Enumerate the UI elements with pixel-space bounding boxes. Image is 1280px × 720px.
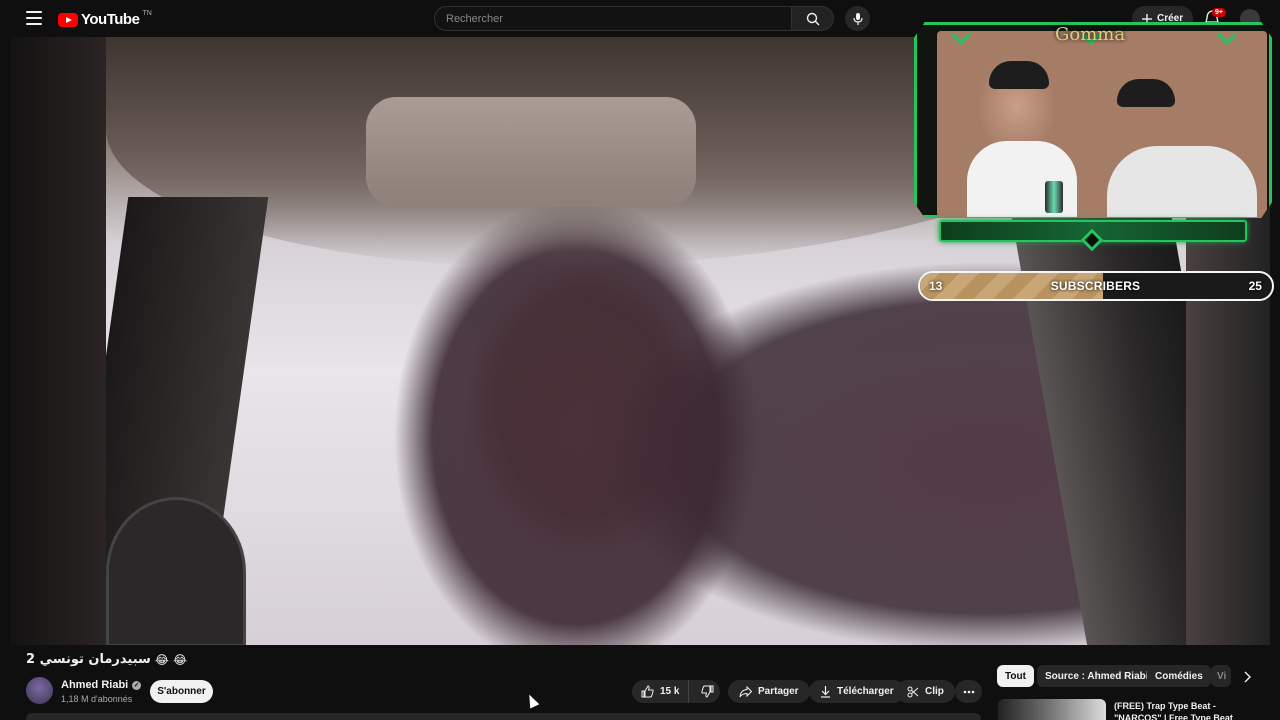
- channel-avatar[interactable]: [26, 677, 53, 704]
- streamer-webcam-overlay: Gomma: [914, 22, 1272, 252]
- subscribe-button[interactable]: S'abonner: [150, 680, 213, 703]
- subscriber-target: 25: [1248, 279, 1262, 293]
- logo-country: TN: [142, 10, 152, 17]
- chip-source[interactable]: Source : Ahmed Riabi: [1037, 665, 1157, 687]
- search-input[interactable]: Rechercher: [434, 6, 792, 31]
- webcam-feed: [937, 31, 1267, 217]
- channel-name-text: Ahmed Riabi: [61, 679, 129, 691]
- logo-text: YouTube: [81, 11, 140, 28]
- video-letterbox-left: [10, 37, 106, 645]
- search-placeholder: Rechercher: [446, 12, 503, 25]
- webcam-name: Gomma: [1055, 24, 1126, 45]
- thumbs-up-icon: [641, 685, 654, 698]
- play-logo-icon: [58, 12, 78, 27]
- like-count: 15 k: [660, 686, 680, 697]
- recommendation-title[interactable]: (FREE) Trap Type Beat - "NARCOS" | Free …: [1114, 700, 1254, 720]
- mouse-cursor-icon: [524, 692, 540, 709]
- clip-button[interactable]: Clip: [896, 680, 955, 703]
- more-horizontal-icon: [963, 690, 974, 693]
- side-mirror: [106, 497, 246, 645]
- person-right-hair: [1117, 79, 1175, 107]
- channel-subscriber-count: 1,18 M d'abonnés: [61, 694, 133, 704]
- person-left-hair: [989, 61, 1049, 89]
- subscriber-label: SUBSCRIBERS: [1050, 279, 1141, 293]
- verified-check-icon: ✓: [132, 680, 142, 690]
- sun-visor: [366, 97, 696, 207]
- scissors-icon: [907, 686, 919, 697]
- like-dislike-group: 15 k: [632, 680, 720, 703]
- microphone-icon: [852, 12, 863, 25]
- download-icon: [821, 685, 830, 698]
- recommendation-thumbnail[interactable]: [998, 699, 1106, 720]
- share-label: Partager: [758, 686, 799, 697]
- download-button[interactable]: Télécharger: [809, 680, 905, 703]
- notification-badge: 9+: [1212, 8, 1226, 17]
- share-button[interactable]: Partager: [728, 680, 810, 703]
- channel-name[interactable]: Ahmed Riabi ✓: [61, 679, 142, 691]
- webcam-frame: [914, 22, 1272, 218]
- chevron-right-icon[interactable]: [1238, 668, 1256, 686]
- search-icon: [806, 12, 819, 25]
- youtube-logo[interactable]: YouTube TN: [58, 10, 152, 28]
- download-label: Télécharger: [837, 686, 894, 697]
- person-right: [1107, 146, 1257, 217]
- dislike-button[interactable]: [695, 680, 720, 703]
- share-icon: [739, 685, 752, 697]
- thumbs-down-icon: [701, 685, 714, 698]
- subscriber-current: 13: [929, 279, 943, 293]
- chip-comedies[interactable]: Comédies: [1147, 665, 1211, 687]
- voice-search-button[interactable]: [845, 6, 870, 31]
- energy-drink-can: [1045, 181, 1063, 213]
- subscriber-goal-bar: 13 SUBSCRIBERS 25: [918, 271, 1274, 301]
- video-title: سبيدرمان تونسي 2 😂 😂: [26, 652, 187, 667]
- chip-all[interactable]: Tout: [997, 665, 1034, 687]
- chip-truncated[interactable]: Vi: [1211, 665, 1231, 687]
- more-actions-button[interactable]: [955, 680, 982, 703]
- like-button[interactable]: 15 k: [632, 680, 690, 703]
- description-box[interactable]: [26, 713, 981, 720]
- video-title-emojis: 😂 😂: [154, 652, 188, 667]
- menu-icon[interactable]: [26, 11, 42, 25]
- search-button[interactable]: [792, 6, 834, 31]
- clip-label: Clip: [925, 686, 944, 697]
- video-title-text: سبيدرمان تونسي 2: [26, 652, 151, 667]
- subscriber-goal-text: 13 SUBSCRIBERS 25: [920, 273, 1272, 299]
- youtube-watch-page: YouTube TN Rechercher Créer 9+ Gomma 13 …: [0, 0, 1280, 720]
